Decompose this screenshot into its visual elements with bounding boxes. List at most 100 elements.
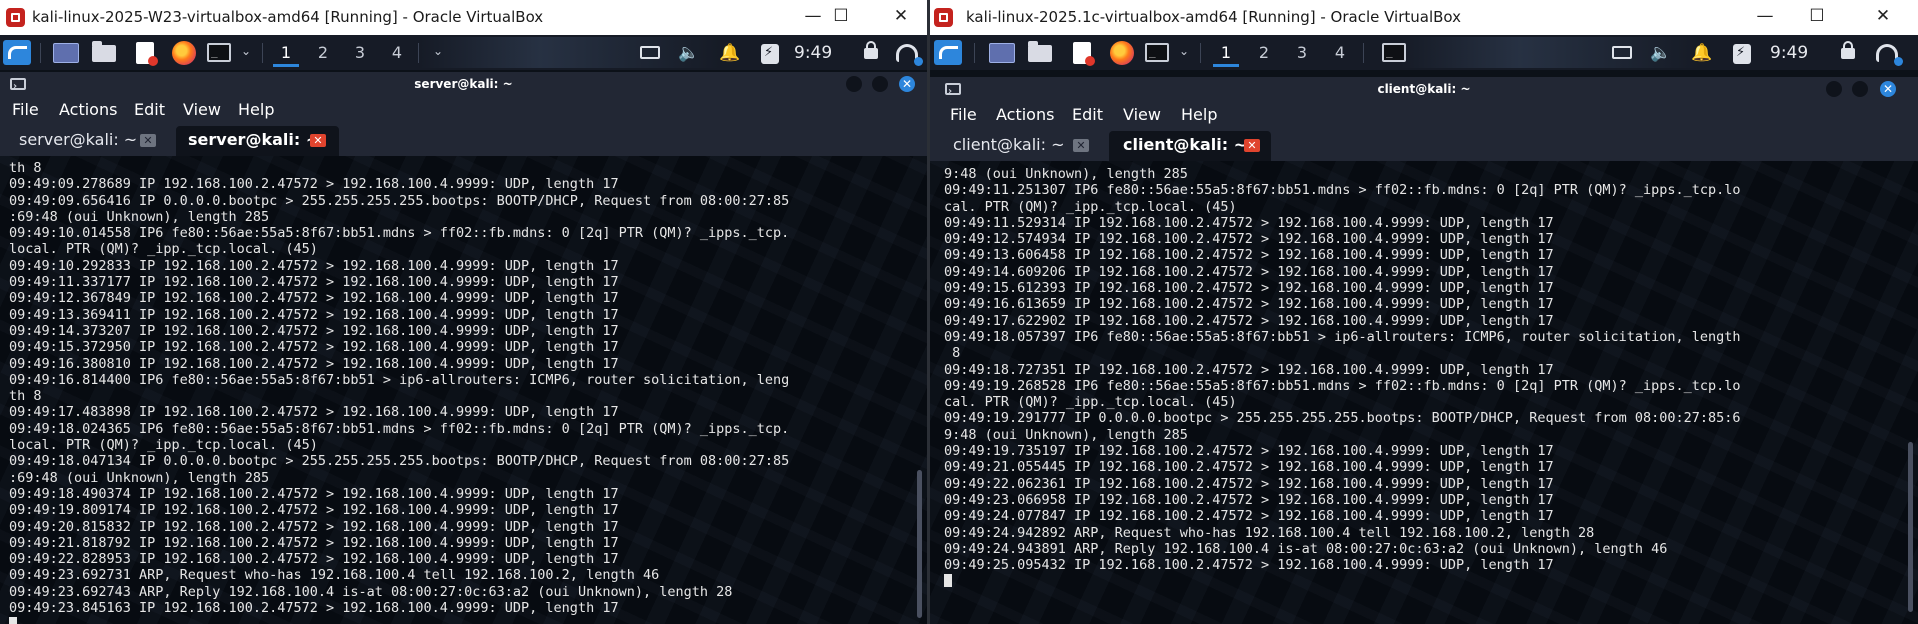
kali-top-panel: _ ⌄ 1 2 3 4 ⌄ 🔈 🔔 9:49 [0,35,927,70]
maximize-button[interactable]: ☐ [1794,0,1840,35]
clock[interactable]: 9:49 [794,42,832,67]
workspace-3[interactable]: 3 [347,41,373,67]
scrollbar[interactable] [917,162,922,618]
lock-icon[interactable] [864,41,878,59]
tab-server-1[interactable]: server@kali: ~ ✕ [19,126,169,156]
file-manager-icon[interactable] [1028,41,1052,62]
menu-edit[interactable]: Edit [134,100,165,119]
scrollbar[interactable] [1908,167,1913,618]
tab-bar: server@kali: ~ ✕ server@kali: ~ ✕ [0,123,927,156]
firefox-icon[interactable] [172,41,196,65]
volume-icon[interactable]: 🔈 [677,42,701,67]
terminal-titlebar[interactable]: server@kali: ~ ✕ [0,72,927,99]
workspace-3[interactable]: 3 [1289,41,1315,67]
tab-close-icon[interactable]: ✕ [140,134,156,147]
menu-view[interactable]: View [1123,105,1161,124]
workspace-2[interactable]: 2 [1251,41,1277,67]
tab-close-icon[interactable]: ✕ [1244,139,1260,152]
virtualbox-icon [6,8,25,27]
kali-menu-icon[interactable] [934,40,962,65]
panel-separator [1363,43,1364,63]
workspace-4[interactable]: 4 [384,41,410,67]
terminal-icon[interactable]: _ [1145,43,1169,62]
tab-close-icon[interactable]: ✕ [310,134,326,147]
menu-file[interactable]: File [950,105,977,124]
chevron-down-icon[interactable]: ⌄ [433,44,443,69]
scrollbar-thumb[interactable] [1908,442,1913,612]
network-icon[interactable] [896,44,923,66]
volume-icon[interactable]: 🔈 [1649,42,1673,67]
kali-menu-icon[interactable] [3,40,31,65]
notification-bell-icon[interactable]: 🔔 [718,42,742,67]
terminal-window-icon[interactable]: _ [1382,43,1406,62]
window-title: kali-linux-2025.1c-virtualbox-amd64 [Run… [966,8,1461,26]
display-icon[interactable] [640,46,660,59]
notification-bell-icon[interactable]: 🔔 [1690,42,1714,67]
battery-icon[interactable] [761,44,779,64]
panel-separator [418,43,419,63]
terminal-output-area[interactable]: th 8 09:49:09.278689 IP 192.168.100.2.47… [0,156,927,624]
vbox-titlebar[interactable]: kali-linux-2025-W23-virtualbox-amd64 [Ru… [0,0,927,35]
terminal-output: 9:48 (oui Unknown), length 285 09:49:11.… [944,166,1741,574]
maximize-button[interactable] [1852,81,1868,97]
panel-separator [262,43,263,63]
minimize-button[interactable]: — [1742,0,1788,35]
terminal-title: server@kali: ~ [414,77,513,91]
tab-server-2[interactable]: server@kali: ~ ✕ [176,126,339,156]
text-cursor [944,574,952,588]
terminal-title: client@kali: ~ [1377,82,1471,96]
menu-help[interactable]: Help [1181,105,1217,124]
minimize-button[interactable] [846,76,862,92]
menu-help[interactable]: Help [238,100,274,119]
menu-bar: File Actions Edit View Help [0,97,927,123]
battery-icon[interactable] [1733,44,1751,64]
file-manager-icon[interactable] [92,41,116,62]
lock-icon[interactable] [1841,41,1855,59]
tab-label: server@kali: ~ [19,130,138,149]
tab-close-icon[interactable]: ✕ [1073,139,1089,152]
tab-label: client@kali: ~ [953,135,1065,154]
chevron-down-icon[interactable]: ⌄ [241,44,251,69]
desktop-icon[interactable] [989,43,1015,63]
maximize-button[interactable]: ☐ [818,0,864,35]
panel-separator [40,43,41,63]
workspace-1[interactable]: 1 [273,41,299,67]
menu-file[interactable]: File [12,100,39,119]
firefox-icon[interactable] [1110,41,1134,65]
menu-actions[interactable]: Actions [59,100,117,119]
maximize-button[interactable] [872,76,888,92]
workspace-1[interactable]: 1 [1213,41,1239,67]
close-button[interactable]: ✕ [878,0,924,35]
text-editor-icon[interactable] [1073,42,1095,66]
desktop-icon[interactable] [53,43,79,63]
terminal-titlebar[interactable]: client@kali: ~ ✕ [930,77,1918,104]
terminal-icon[interactable]: _ [207,43,231,62]
panel-decoration [420,37,720,68]
text-cursor [9,617,17,624]
terminal-output-area[interactable]: 9:48 (oui Unknown), length 285 09:49:11.… [930,161,1918,624]
menu-view[interactable]: View [183,100,221,119]
vbox-window-server: kali-linux-2025-W23-virtualbox-amd64 [Ru… [0,0,927,624]
tab-label: server@kali: ~ [188,130,320,149]
tab-bar: client@kali: ~ ✕ client@kali: ~ ✕ [930,128,1918,161]
clock[interactable]: 9:49 [1770,42,1808,67]
display-icon[interactable] [1612,46,1632,59]
close-button[interactable]: ✕ [1860,0,1906,35]
text-editor-icon[interactable] [136,42,158,66]
chevron-down-icon[interactable]: ⌄ [1179,44,1189,69]
menu-bar: File Actions Edit View Help [930,102,1918,128]
workspace-2[interactable]: 2 [310,41,336,67]
tab-client-1[interactable]: client@kali: ~ ✕ [953,131,1103,161]
close-button[interactable]: ✕ [1880,81,1896,97]
tab-client-2[interactable]: client@kali: ~ ✕ [1109,131,1271,161]
workspace-4[interactable]: 4 [1327,41,1353,67]
scrollbar-thumb[interactable] [917,470,922,618]
tab-label: client@kali: ~ [1123,135,1248,154]
minimize-button[interactable] [1826,81,1842,97]
close-button[interactable]: ✕ [899,76,915,92]
network-icon[interactable] [1876,44,1903,66]
menu-actions[interactable]: Actions [996,105,1054,124]
terminal-icon [945,79,961,104]
menu-edit[interactable]: Edit [1072,105,1103,124]
vbox-titlebar[interactable]: kali-linux-2025.1c-virtualbox-amd64 [Run… [930,0,1918,35]
